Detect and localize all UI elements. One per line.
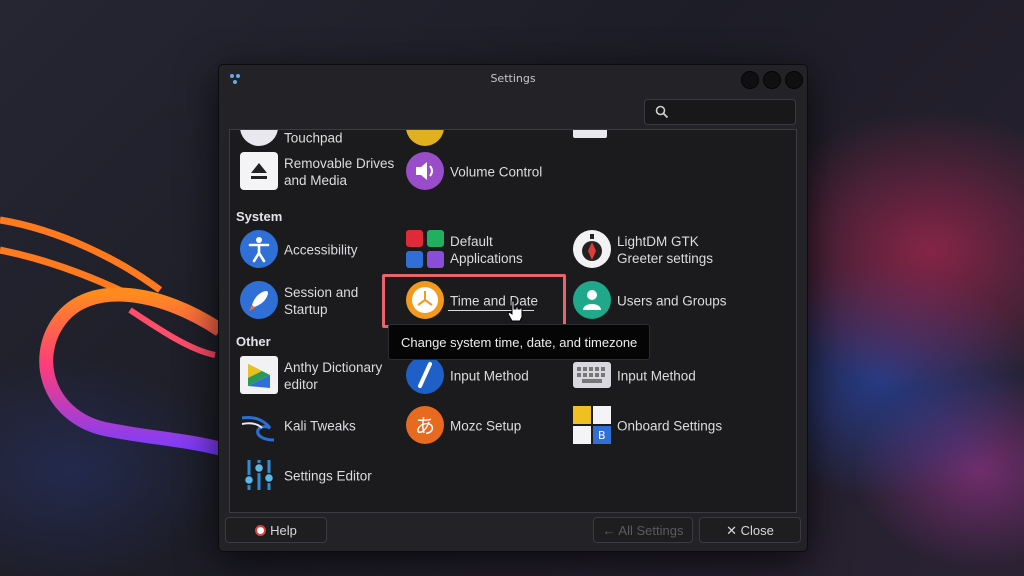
settings-item-lightdm-greeter[interactable]: LightDM GTK Greeter settings	[573, 230, 733, 270]
default-apps-icon	[406, 230, 444, 268]
settings-item-display[interactable]	[573, 130, 733, 148]
input-method-icon	[406, 356, 444, 394]
settings-item-mozc-setup[interactable]: あ Mozc Setup	[406, 406, 566, 446]
maximize-button[interactable]	[763, 71, 781, 89]
search-icon	[655, 105, 669, 119]
settings-item-input-method-1[interactable]: Input Method	[406, 356, 566, 396]
svg-text:B: B	[598, 429, 606, 442]
back-arrow-icon: ←	[602, 523, 619, 538]
highlight-box	[382, 274, 566, 328]
category-other: Other	[236, 334, 271, 349]
touchpad-icon	[240, 130, 278, 146]
settings-item-users-groups[interactable]: Users and Groups	[573, 281, 733, 321]
settings-item-removable-drives[interactable]: Removable Drives and Media	[240, 152, 400, 192]
category-system: System	[236, 209, 283, 224]
close-icon: ✕	[726, 523, 741, 538]
lightdm-icon	[573, 230, 611, 268]
help-button[interactable]: Help	[225, 517, 327, 543]
anthy-icon	[240, 356, 278, 394]
settings-item-volume-control[interactable]: Volume Control	[406, 152, 566, 192]
hand-cursor-icon	[507, 300, 523, 322]
close-button[interactable]: ✕ Close	[699, 517, 801, 543]
users-icon	[573, 281, 611, 319]
svg-text:あ: あ	[415, 414, 435, 438]
minimize-button[interactable]	[741, 71, 759, 89]
kali-dragon-wallpaper-logo	[0, 216, 227, 457]
settings-item-session-startup[interactable]: Session and Startup	[240, 281, 400, 321]
eject-icon	[240, 152, 278, 190]
mozc-icon: あ	[406, 406, 444, 444]
window-title: Settings	[490, 72, 536, 85]
power-icon	[406, 130, 444, 146]
keyboard-icon	[573, 362, 611, 388]
volume-icon	[406, 152, 444, 190]
kali-dragon-icon	[240, 406, 278, 444]
settings-editor-icon	[240, 456, 278, 494]
settings-item-touchpad[interactable]: Touchpad	[240, 130, 400, 148]
settings-item-input-method-2[interactable]: Input Method	[573, 356, 733, 396]
settings-item-onboard[interactable]: B Onboard Settings	[573, 406, 733, 446]
settings-item-accessibility[interactable]: Accessibility	[240, 230, 400, 270]
rocket-icon	[240, 281, 278, 319]
settings-item-default-applications[interactable]: Default Applications	[406, 230, 566, 270]
close-window-button[interactable]	[785, 71, 803, 89]
settings-item-anthy-dictionary[interactable]: Anthy Dictionary editor	[240, 356, 400, 396]
tooltip: Change system time, date, and timezone	[388, 324, 650, 360]
all-settings-button[interactable]: ← All Settings	[593, 517, 693, 543]
help-icon	[255, 525, 267, 536]
accessibility-icon	[240, 230, 278, 268]
settings-item-kali-tweaks[interactable]: Kali Tweaks	[240, 406, 400, 446]
display-icon	[573, 130, 607, 138]
settings-item-settings-editor[interactable]: Settings Editor	[240, 456, 400, 496]
settings-item-power[interactable]	[406, 130, 566, 148]
onboard-icon: B	[573, 406, 611, 444]
search-input[interactable]	[644, 99, 796, 125]
titlebar[interactable]: Settings	[219, 65, 807, 93]
